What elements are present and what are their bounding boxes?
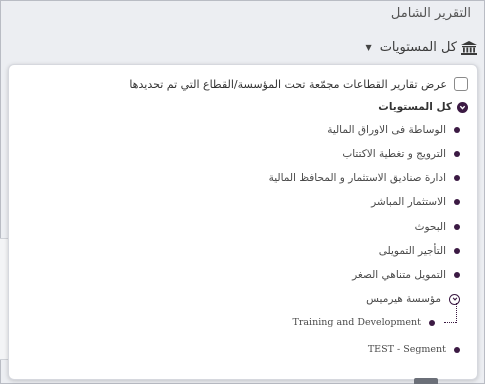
tree-item[interactable]: TEST - Segment (368, 344, 460, 355)
tree-child-item[interactable]: Training and Development (293, 317, 435, 328)
chevron-down-icon[interactable] (449, 293, 460, 305)
bullet-icon (454, 199, 460, 205)
bullet-icon (454, 346, 460, 353)
tree-item[interactable]: الترويج و تغطية الاكتتاب (342, 148, 460, 160)
bullet-icon (454, 272, 460, 278)
bullet-icon (454, 127, 460, 133)
tree-item-label: TEST - Segment (367, 344, 446, 355)
tree-item[interactable]: التمويل متناهي الصغر (352, 269, 460, 281)
bullet-icon (454, 248, 460, 254)
tree-connector (456, 303, 457, 323)
tree-item[interactable]: التأجير التمويلى (379, 245, 460, 257)
tree-item-label: مؤسسة هيرميس (366, 293, 441, 305)
chevron-down-icon[interactable] (457, 101, 468, 113)
tree-connector (444, 322, 456, 323)
tree-item-expandable[interactable]: مؤسسة هيرميس (366, 293, 460, 305)
tree-item[interactable]: البحوث (415, 221, 460, 233)
scope-selector[interactable]: كل المستويات ▼ (366, 40, 477, 55)
tree-root-label: كل المستويات (378, 101, 452, 113)
tree-item-label: التمويل متناهي الصغر (352, 269, 446, 281)
footer-button[interactable] (414, 378, 438, 384)
tree-item-label: البحوث (414, 221, 446, 233)
tree-item-label: الاستثمار المباشر (371, 196, 446, 208)
tree-item-label: الترويج و تغطية الاكتتاب (342, 148, 446, 160)
aggregate-option[interactable]: عرض تقارير القطاعات مجمّعة تحت المؤسسة/ا… (129, 77, 468, 91)
tree-item[interactable]: الوساطة فى الاوراق المالية (327, 124, 460, 136)
levels-dropdown-panel: عرض تقارير القطاعات مجمّعة تحت المؤسسة/ا… (8, 64, 478, 380)
tree-item[interactable]: الاستثمار المباشر (371, 196, 460, 208)
tree-item-label: ادارة صناديق الاستثمار و المحافظ المالية (268, 172, 446, 184)
caret-down-icon: ▼ (365, 43, 372, 52)
bank-icon (461, 40, 477, 55)
tree-item-label: Training and Development (292, 317, 421, 328)
tree-root[interactable]: كل المستويات (378, 101, 468, 113)
tree-item-label: الوساطة فى الاوراق المالية (327, 124, 446, 136)
tree-item-label: التأجير التمويلى (378, 245, 446, 257)
bullet-icon (454, 224, 460, 230)
bullet-icon (454, 175, 460, 181)
scope-label: كل المستويات (379, 40, 457, 55)
aggregate-checkbox[interactable] (454, 77, 468, 91)
tree-item[interactable]: ادارة صناديق الاستثمار و المحافظ المالية (269, 172, 460, 184)
bullet-icon (454, 151, 460, 157)
bullet-icon (429, 319, 435, 326)
page-title: التقرير الشامل (390, 6, 471, 21)
aggregate-option-label: عرض تقارير القطاعات مجمّعة تحت المؤسسة/ا… (129, 77, 447, 91)
